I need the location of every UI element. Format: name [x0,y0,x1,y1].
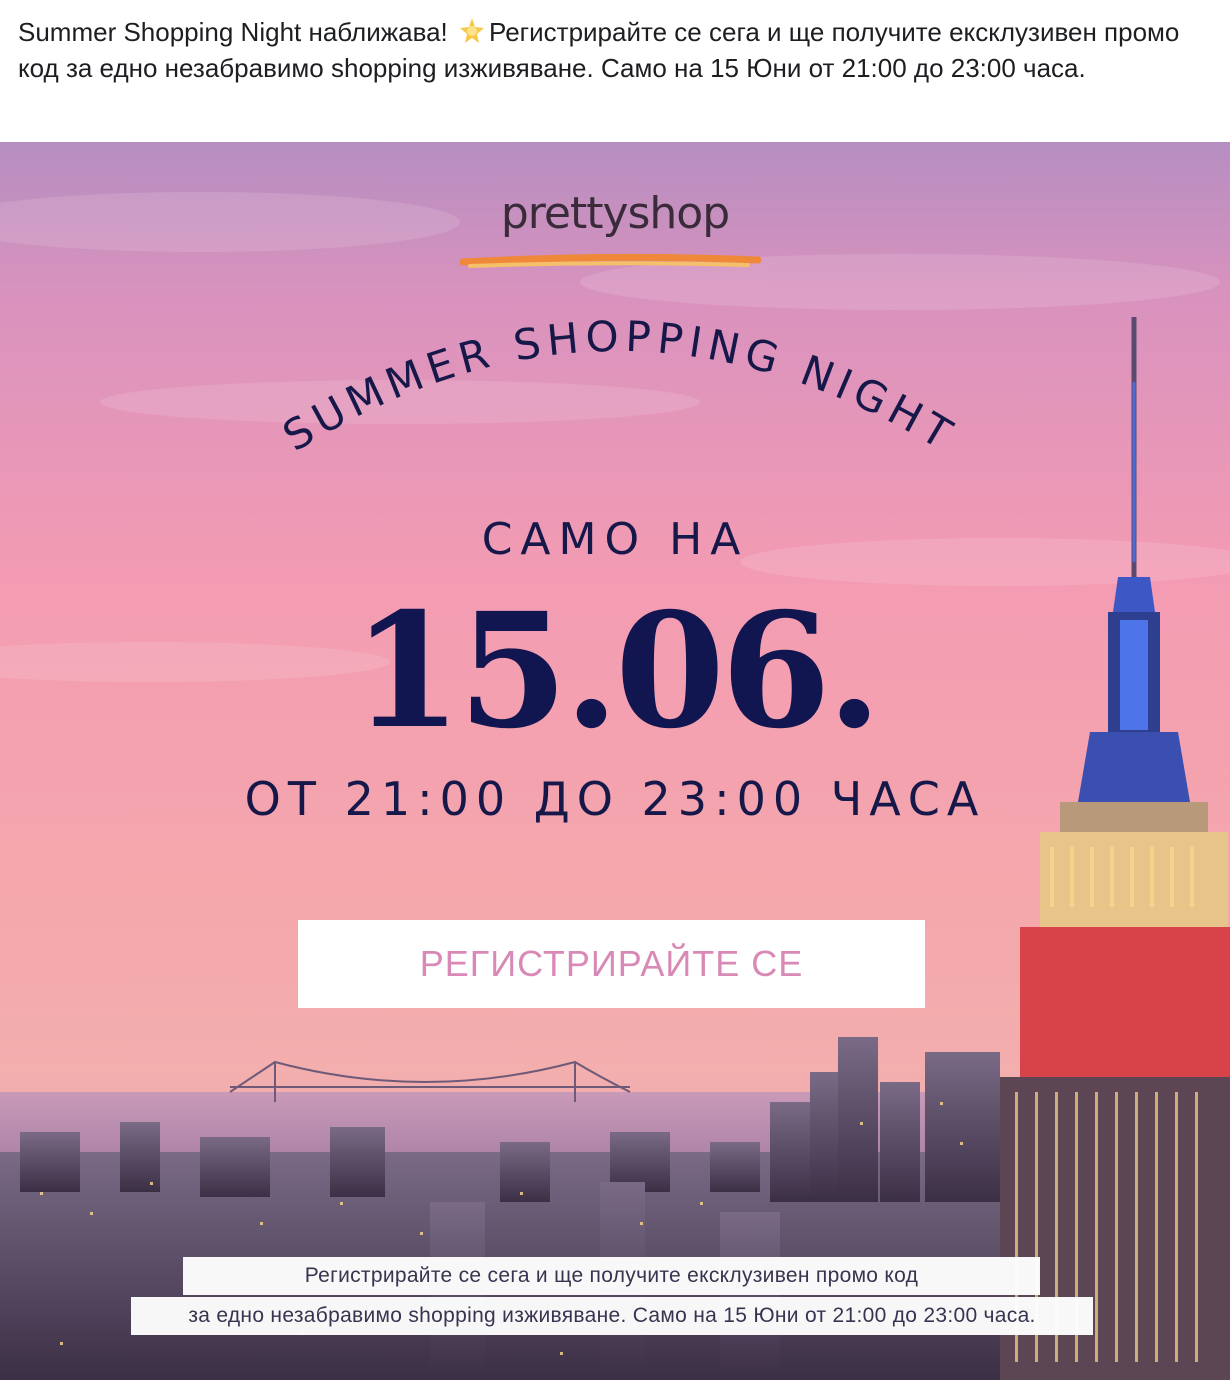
promo-banner: prettyshop SUMMER SHOPPING NIGHT САМО НА… [0,142,1230,1380]
event-date: 15.06. [352,579,882,764]
post-text: Summer Shopping Night наближава! Регистр… [18,14,1213,86]
only-on-label: САМО НА [481,514,749,565]
svg-text:SUMMER SHOPPING NIGHT: SUMMER SHOPPING NIGHT [274,312,964,462]
arc-title-text: SUMMER SHOPPING NIGHT [274,312,958,462]
caption-line-1: Регистрирайте се сега и ще получите екск… [183,1257,1040,1295]
caption-line-2: за едно незабравимо shopping изживяване.… [131,1297,1093,1335]
post-text-intro: Summer Shopping Night наближава! [18,17,455,47]
register-button[interactable]: РЕГИСТРИРАЙТЕ СЕ [298,920,925,1008]
arc-title: SUMMER SHOPPING NIGHT [274,312,964,462]
event-time-range: ОТ 21:00 ДО 23:00 ЧАСА [244,772,986,826]
glowing-star-icon [460,18,484,43]
